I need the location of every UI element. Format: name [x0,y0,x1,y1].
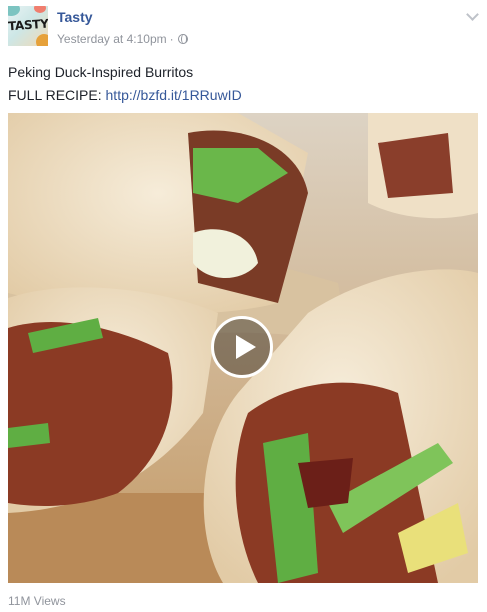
play-icon [236,335,256,359]
page-avatar[interactable]: TASTY [8,6,48,46]
avatar-decoration [36,34,48,46]
caption-title: Peking Duck-Inspired Burritos [8,64,194,80]
recipe-prefix: FULL RECIPE: [8,87,102,103]
avatar-decoration [8,6,20,16]
recipe-link[interactable]: http://bzfd.it/1RRuwID [106,87,242,103]
post-meta: Yesterday at 4:10pm · [57,32,188,46]
post-caption: Peking Duck-Inspired Burritos FULL RECIP… [8,61,242,107]
globe-icon [177,34,188,44]
play-button[interactable] [211,316,273,378]
post-timestamp[interactable]: Yesterday at 4:10pm [57,32,167,46]
video-player[interactable] [8,113,478,583]
meta-separator: · [169,32,174,46]
view-count: 11M Views [8,594,66,608]
caption-recipe-line: FULL RECIPE: http://bzfd.it/1RRuwID [8,84,242,107]
chevron-down-icon[interactable] [466,8,479,21]
avatar-decoration [34,6,46,13]
page-name-link[interactable]: Tasty [57,9,93,25]
avatar-logo-text: TASTY [8,16,48,34]
